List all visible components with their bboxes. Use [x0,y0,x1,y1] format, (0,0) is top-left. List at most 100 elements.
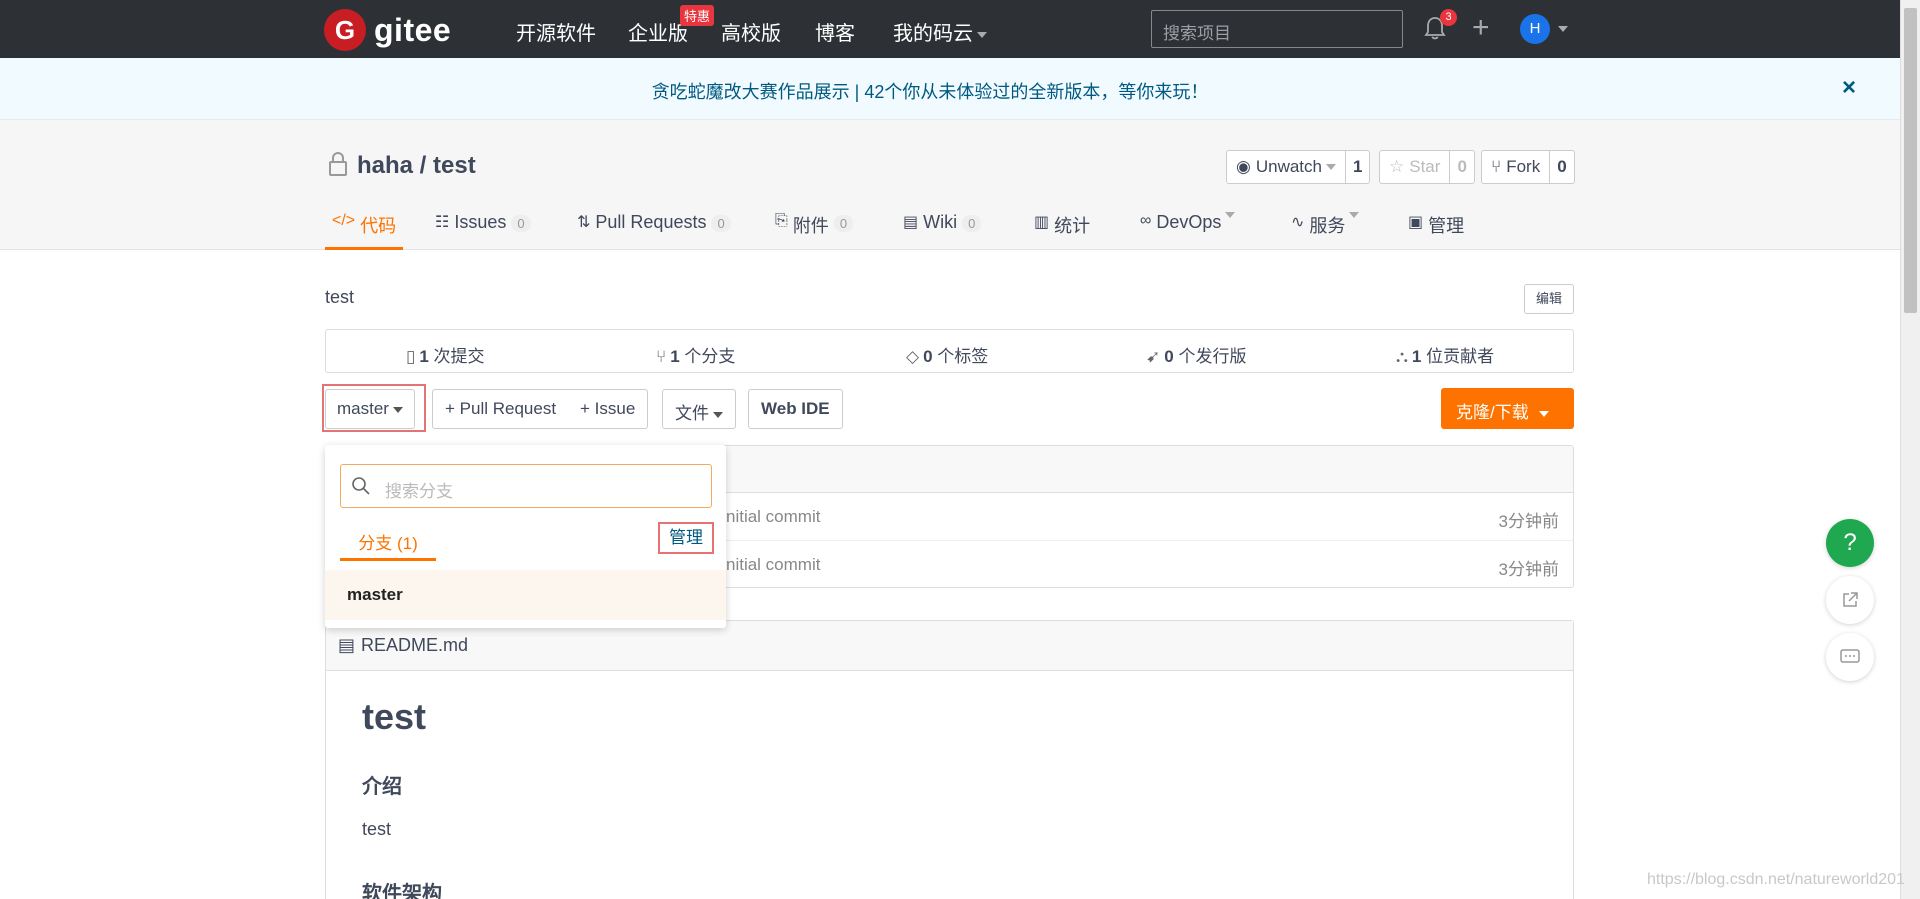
fork-count[interactable]: 0 [1549,151,1573,183]
pull-request-icon: ⇅ [577,214,591,231]
branch-search-input[interactable]: 搜索分支 [340,464,712,508]
enterprise-promo-badge: 特惠 [680,5,715,26]
stat-releases-label: 个发行版 [1173,347,1247,366]
watch-label: Unwatch [1255,157,1322,176]
code-icon: </> [332,212,356,229]
tab-manage[interactable]: ▣ 管理 [1408,204,1464,250]
commit-message[interactable]: nitial commit [726,507,820,527]
branch-button-highlight [322,384,426,432]
chevron-down-icon [1538,410,1549,417]
branch-option-master[interactable]: master [325,570,726,620]
feedback-button[interactable] [1826,633,1874,681]
stat-commits-label: 次提交 [428,347,485,366]
star-button[interactable]: ☆ Star 0 [1379,150,1475,184]
close-icon[interactable]: × [1842,74,1856,102]
nav-enterprise[interactable]: 企业版 [628,17,688,46]
top-navbar: G gitee 开源软件 企业版 特惠 高校版 博客 我的码云 搜索项目 3 +… [0,0,1900,58]
nav-open-source[interactable]: 开源软件 [516,17,596,46]
repo-stats-bar: ▯ 1 次提交 ⑂ 1 个分支 ◇ 0 个标签 ➹ 0 个发行版 ⛬ 1 位贡献者 [325,329,1574,373]
readme-intro-heading: 介绍 [362,776,402,798]
web-ide-button[interactable]: Web IDE [748,389,843,429]
stat-tags-label: 个标签 [932,347,989,366]
stat-commits[interactable]: ▯ 1 次提交 [406,342,485,367]
stat-contributors-label: 位贡献者 [1421,347,1495,366]
tab-issues[interactable]: ☷ Issues 0 [435,204,531,250]
stat-tags[interactable]: ◇ 0 个标签 [906,342,988,367]
new-pull-request-button[interactable]: + Pull Request [432,389,570,429]
commit-message[interactable]: nitial commit [726,555,820,575]
send-icon: ➹ [1146,347,1161,366]
readme-filename[interactable]: README.md [361,635,468,655]
tab-branches[interactable]: 分支 (1) [340,525,436,561]
tab-attachments-count: 0 [833,215,854,232]
stat-contributors[interactable]: ⛬ 1 位贡献者 [1396,342,1494,367]
commit-time: 3分钟前 [1498,512,1559,531]
scrollbar-thumb[interactable] [1904,8,1917,313]
edit-description-button[interactable]: 编辑 [1524,284,1574,314]
tab-pull-requests[interactable]: ⇅ Pull Requests 0 [577,204,731,250]
tab-manage-label: 管理 [1428,216,1465,236]
readme-header: ▤ README.md [326,621,1573,671]
share-icon [1843,592,1858,607]
fork-icon: ⑂ [1491,157,1502,176]
readme-arch-heading: 软件架构 [362,883,442,899]
nav-my-gitee-label: 我的码云 [893,23,973,45]
fork-button[interactable]: ⑂ Fork 0 [1481,150,1575,184]
chat-icon [1840,649,1860,663]
tab-attachments[interactable]: ⎘ 附件 0 [775,204,854,250]
repo-description: test [325,287,355,307]
tab-attachments-label: 附件 [792,216,829,236]
share-button[interactable] [1826,576,1874,624]
manage-branches-button[interactable]: 管理 [658,522,714,554]
plus-icon[interactable]: + [1472,13,1490,43]
nav-my-gitee[interactable]: 我的码云 [893,17,987,46]
watch-count[interactable]: 1 [1344,151,1369,183]
tab-code[interactable]: </> 代码 [325,204,404,250]
fork-label: Fork [1506,157,1541,176]
avatar-chevron-down-icon[interactable] [1558,26,1568,32]
chevron-down-icon [1325,164,1336,170]
tab-pull-requests-label: Pull Requests [595,212,707,232]
tab-devops[interactable]: ∞ DevOps [1140,204,1236,250]
tab-services-label: 服务 [1309,216,1346,236]
gitee-logo[interactable]: G gitee [324,9,451,51]
tab-wiki-label: Wiki [923,212,958,232]
settings-doc-icon: ▣ [1408,214,1424,231]
chevron-down-icon [1225,212,1236,218]
tab-services[interactable]: ∿ 服务 [1291,204,1360,250]
repo-header: haha / test ◉ Unwatch 1 ☆ Star 0 ⑂ Fork 0 <… [0,120,1900,250]
nav-education[interactable]: 高校版 [721,17,781,46]
book-icon: ▤ [903,214,919,231]
avatar[interactable]: H [1520,14,1550,44]
help-button[interactable]: ? [1826,519,1874,567]
announcement-link[interactable]: 贪吃蛇魔改大赛作品展示 | 42个你从未体验过的全新版本，等你来玩！ [0,78,1860,104]
star-count[interactable]: 0 [1449,151,1473,183]
watch-button[interactable]: ◉ Unwatch 1 [1226,150,1371,184]
stat-branches-label: 个分支 [679,347,736,366]
stat-contributors-num: 1 [1411,347,1422,366]
pulse-icon: ∿ [1291,214,1305,231]
chevron-down-icon [977,31,987,38]
infinity-icon: ∞ [1140,212,1152,229]
tab-pull-requests-count: 0 [711,215,731,232]
stat-branches[interactable]: ⑂ 1 个分支 [656,342,735,367]
stat-releases-num: 0 [1164,347,1174,366]
file-menu-button[interactable]: 文件 [662,389,736,429]
new-issue-button[interactable]: + Issue [568,389,649,429]
tab-code-label: 代码 [360,216,397,236]
stat-tags-num: 0 [923,347,933,366]
nav-blog[interactable]: 博客 [815,17,855,46]
repo-title[interactable]: haha / test [357,152,476,180]
notification-count-badge: 3 [1440,9,1457,26]
chevron-down-icon [713,411,723,418]
readme-intro-text: test [362,819,392,839]
branch-icon: ⑂ [656,347,667,366]
tab-wiki[interactable]: ▤ Wiki 0 [903,204,982,250]
tab-statistics[interactable]: ▥ 统计 [1034,204,1090,250]
stat-branches-num: 1 [670,347,680,366]
stat-releases[interactable]: ➹ 0 个发行版 [1146,342,1246,367]
clone-download-button[interactable]: 克隆/下载 [1441,388,1574,429]
page-scrollbar[interactable] [1900,0,1920,899]
tab-devops-label: DevOps [1156,212,1222,232]
search-input[interactable]: 搜索项目 [1151,10,1403,48]
